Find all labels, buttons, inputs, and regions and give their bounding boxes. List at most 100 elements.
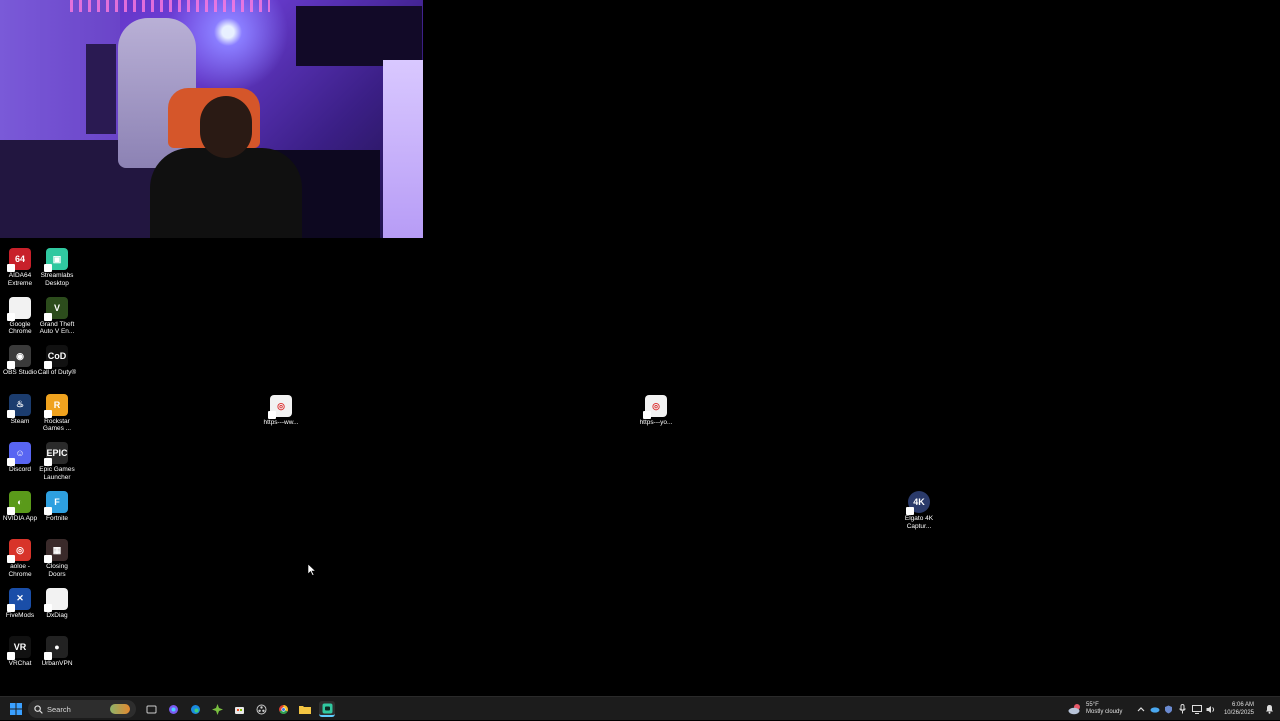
desktop-file-chrome-link-2[interactable]: ◎ https---yo... — [636, 395, 676, 427]
chevron-up-icon — [1137, 707, 1145, 712]
taskbar-chrome[interactable] — [275, 701, 291, 717]
app-icon: ◎ — [7, 539, 31, 563]
app-icon: VR — [7, 636, 31, 660]
tray-display[interactable] — [1191, 704, 1202, 714]
desktop-icon-label: Fortnite — [45, 514, 69, 522]
search-highlight-icon — [110, 704, 130, 714]
app-icon: ◉ — [7, 345, 31, 369]
desktop-icon[interactable]: ♨ Steam — [0, 393, 40, 426]
desktop-icon[interactable]: ◐ NVIDIA App — [0, 490, 40, 523]
app-icon: ✕ — [7, 587, 31, 612]
start-button[interactable] — [8, 701, 24, 717]
tray-microphone[interactable] — [1178, 704, 1188, 714]
app-icon: EPIC — [44, 442, 68, 466]
task-view-button[interactable] — [143, 701, 159, 717]
obs-icon — [256, 704, 266, 714]
shield-icon — [1165, 705, 1173, 713]
taskbar-copilot[interactable] — [165, 701, 181, 717]
desktop-icon-label: Elgato 4K Captur... — [904, 515, 934, 530]
desktop-icon[interactable]: Google Chrome — [0, 296, 40, 336]
desktop-icon-label: OBS Studio — [3, 369, 37, 376]
desktop-icon-label: Discord — [8, 466, 32, 473]
desktop-icon-label: Epic Games Launcher — [39, 466, 75, 481]
desktop-icon[interactable]: ▦ Closing Doors — [37, 539, 77, 578]
tray-volume[interactable] — [1206, 704, 1216, 714]
desktop-icon-label: Rockstar Games ... — [42, 417, 72, 433]
app-icon: ☺ — [7, 442, 31, 466]
taskbar-edge[interactable] — [187, 701, 203, 717]
weather-temperature: 55°F — [1086, 702, 1099, 708]
desktop-icon-label: AIDA64 Extreme — [7, 272, 33, 287]
speaker-icon — [1206, 705, 1215, 713]
windows-logo-icon — [10, 703, 22, 715]
desktop-icon[interactable]: ● UrbanVPN — [37, 636, 77, 668]
desktop-icon-label: aoloe - Chrome — [8, 563, 32, 578]
app-icon: ◐ — [7, 490, 31, 515]
taskbar-obs[interactable] — [253, 701, 269, 717]
desktop-icon[interactable]: F Fortnite — [37, 490, 77, 523]
desktop-icon-label: Streamlabs Desktop — [40, 272, 74, 287]
desktop-icon-label: NVIDIA App — [2, 514, 38, 522]
desktop-file-chrome-link-1[interactable]: ◎ https---ww... — [261, 395, 301, 427]
app-icon: V — [44, 296, 68, 321]
app-icon: ♨ — [7, 393, 31, 418]
weather-description: Mostly cloudy — [1086, 709, 1123, 715]
webcam-overlay — [0, 0, 423, 238]
elgato-4k-icon: 4K — [906, 491, 930, 515]
show-hidden-icons-button[interactable] — [1136, 704, 1146, 714]
system-clock[interactable]: 6:06 AM 10/26/2025 — [1224, 701, 1254, 717]
desktop-icon[interactable]: R Rockstar Games ... — [37, 393, 77, 433]
desktop-icon-label: Grand Theft Auto V En... — [39, 320, 75, 336]
desktop-icon[interactable]: 64 AIDA64 Extreme — [0, 248, 40, 287]
desktop-icon[interactable]: CoD Call of Duty® — [37, 345, 77, 377]
taskbar: Search 55°F Mostly cloudy 6:06 AM 10/26/… — [0, 696, 1280, 720]
desktop-icon-label: Closing Doors — [46, 563, 68, 578]
microphone-icon — [1179, 704, 1187, 714]
taskbar-file-explorer[interactable] — [297, 701, 313, 717]
desktop-icon-label: Call of Duty® — [37, 369, 77, 376]
sparkle-icon — [211, 703, 223, 715]
taskbar-app-green[interactable] — [209, 701, 225, 717]
task-view-icon — [146, 705, 156, 713]
notifications-button[interactable] — [1264, 704, 1274, 714]
desktop-icon[interactable]: ◉ OBS Studio — [0, 345, 40, 377]
desktop-icon[interactable]: V Grand Theft Auto V En... — [37, 296, 77, 336]
app-icon: ● — [44, 636, 68, 660]
tray-app[interactable] — [1164, 704, 1174, 714]
streamlabs-icon — [322, 703, 332, 713]
desktop-icon[interactable]: DxDiag — [37, 587, 77, 620]
cloud-icon — [1150, 707, 1160, 713]
desktop-file-label: https---yo... — [639, 419, 673, 426]
desktop-icon-label: VRChat — [8, 660, 32, 667]
desktop-icon[interactable]: ☺ Discord — [0, 442, 40, 474]
desktop-icon[interactable]: EPIC Epic Games Launcher — [37, 442, 77, 481]
app-icon: CoD — [44, 345, 68, 369]
clock-date: 10/26/2025 — [1223, 710, 1254, 716]
desktop-icon[interactable]: ◎ aoloe - Chrome — [0, 539, 40, 578]
desktop-icon-elgato[interactable]: 4K Elgato 4K Captur... — [899, 491, 939, 530]
desktop-file-label: https---ww... — [263, 419, 299, 426]
folder-icon — [299, 705, 311, 714]
taskbar-streamlabs[interactable] — [319, 701, 335, 717]
desktop-icon-label: DxDiag — [46, 611, 68, 619]
desktop-icon[interactable]: ▣ Streamlabs Desktop — [37, 248, 77, 287]
taskbar-store[interactable] — [231, 701, 247, 717]
app-icon: 64 — [7, 248, 31, 272]
cloudy-weather-icon — [1068, 704, 1080, 715]
streamer — [150, 96, 302, 238]
copilot-icon — [168, 704, 178, 714]
desktop-icon-label: FiveMods — [5, 611, 35, 619]
desktop-icon[interactable]: VR VRChat — [0, 636, 40, 668]
weather-widget[interactable]: 55°F Mostly cloudy — [1068, 700, 1122, 718]
tray-onedrive[interactable] — [1150, 704, 1160, 714]
app-icon: ▦ — [44, 539, 68, 563]
edge-icon — [190, 704, 200, 714]
app-icon — [7, 296, 31, 321]
desktop-icon-label: Google Chrome — [8, 320, 32, 336]
monitor-icon — [1191, 704, 1202, 714]
store-icon — [234, 706, 244, 714]
search-icon — [34, 704, 43, 714]
desktop-icon[interactable]: ✕ FiveMods — [0, 587, 40, 620]
taskbar-search[interactable]: Search — [28, 700, 136, 718]
system-tray: 6:06 AM 10/26/2025 — [1134, 697, 1276, 721]
